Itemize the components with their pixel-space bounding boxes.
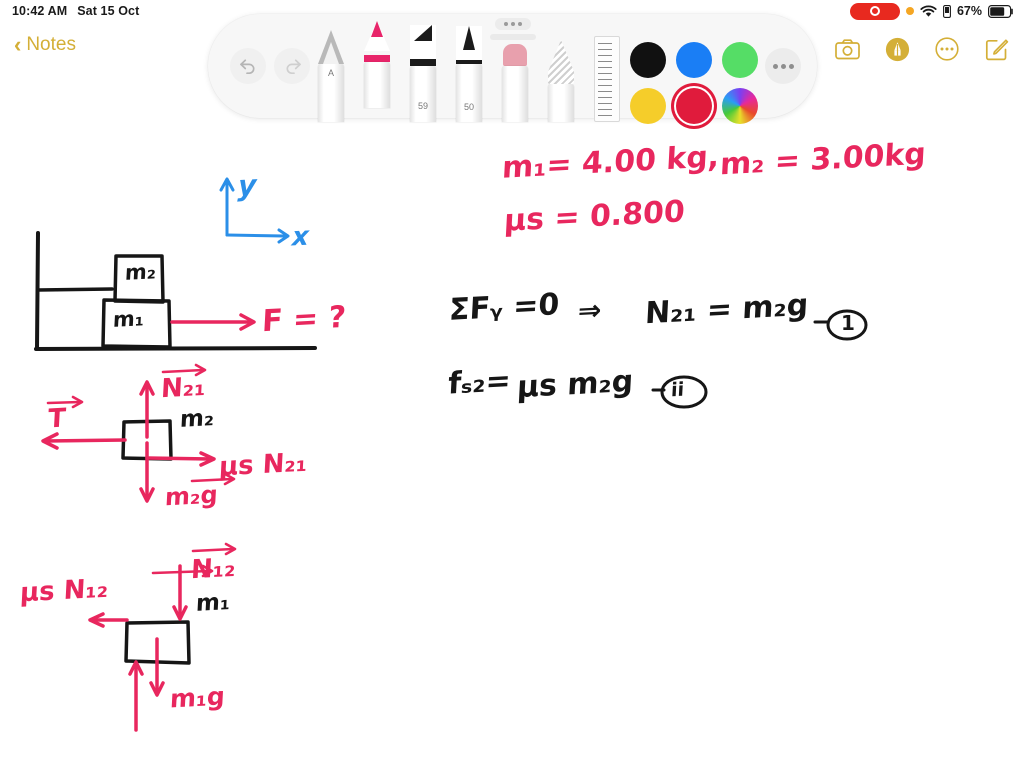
status-time: 10:42 AM	[12, 4, 68, 18]
diagram1-force-label: F = ?	[261, 299, 347, 340]
markup-pen-icon[interactable]	[884, 36, 910, 62]
battery-percentage: 67%	[956, 4, 982, 18]
record-dot-icon	[869, 6, 880, 16]
fbd-m1-friction-label: μs N₁₂	[19, 573, 109, 609]
given-mass2: m₂ = 3.00kg	[719, 136, 927, 183]
nav-bar-actions	[834, 36, 1010, 62]
equation-2-right: μs m₂g	[516, 363, 635, 406]
equation-2-left: fₛ₂=	[447, 363, 512, 402]
camera-icon[interactable]	[834, 36, 860, 62]
status-date: Sat 15 Oct	[77, 4, 140, 18]
given-mass1: m₁= 4.00 kg,	[501, 139, 721, 186]
mic-in-use-dot-icon	[905, 7, 914, 15]
status-bar-right: 67%	[849, 2, 1014, 20]
diagram1-block-top-label: m₂	[124, 259, 157, 285]
wifi-icon	[920, 4, 937, 17]
marker-tool-label: 59	[417, 101, 428, 111]
equation-2-tag: ii	[670, 378, 685, 402]
fbd-m2-normal-label: N₂₁	[160, 371, 207, 405]
back-to-notes-button[interactable]: ‹ Notes	[14, 34, 76, 56]
battery-small-icon	[943, 4, 951, 18]
equation-1-implies-arrow: ⇒	[577, 293, 603, 328]
more-ellipsis-icon[interactable]	[934, 36, 960, 62]
axis-y-label: y	[237, 168, 258, 203]
fbd-m2-tension-label: T	[47, 403, 67, 435]
color-yellow-button[interactable]	[626, 84, 670, 128]
fbd-m1-normal-label: N₁₂	[190, 552, 237, 586]
fbd-m2-weight-label: m₂g	[164, 480, 219, 512]
battery-icon	[988, 4, 1013, 18]
equation-1-tag: ①1	[841, 311, 855, 335]
equation-1-left: ΣFᵧ =0	[448, 287, 561, 328]
chevron-left-icon: ‹	[14, 32, 22, 57]
status-bar: 10:42 AM Sat 15 Oct 67%	[0, 0, 1024, 22]
compose-note-icon[interactable]	[984, 36, 1010, 62]
back-button-label: Notes	[26, 34, 76, 55]
fbd-m2-mass-label: m₂	[179, 405, 215, 433]
brush-tool-label: 50	[463, 102, 474, 112]
color-red-button[interactable]	[672, 84, 716, 128]
axis-x-label: x	[291, 221, 310, 253]
fbd-m1-mass-label: m₁	[195, 589, 231, 617]
status-bar-left: 10:42 AM Sat 15 Oct	[12, 4, 139, 18]
color-picker-button[interactable]	[718, 84, 762, 128]
given-mu-static: μs = 0.800	[503, 194, 686, 239]
nav-bar: ‹ Notes	[0, 22, 1024, 80]
equation-1-right: N₂₁ = m₂g	[644, 287, 810, 332]
fbd-m2-friction-label: μs N₂₁	[218, 447, 308, 483]
diagram1-block-bottom-label: m₁	[112, 306, 145, 332]
screen-record-pill-icon[interactable]	[849, 2, 900, 20]
fbd-m1-weight-label: m₁g	[169, 681, 226, 714]
